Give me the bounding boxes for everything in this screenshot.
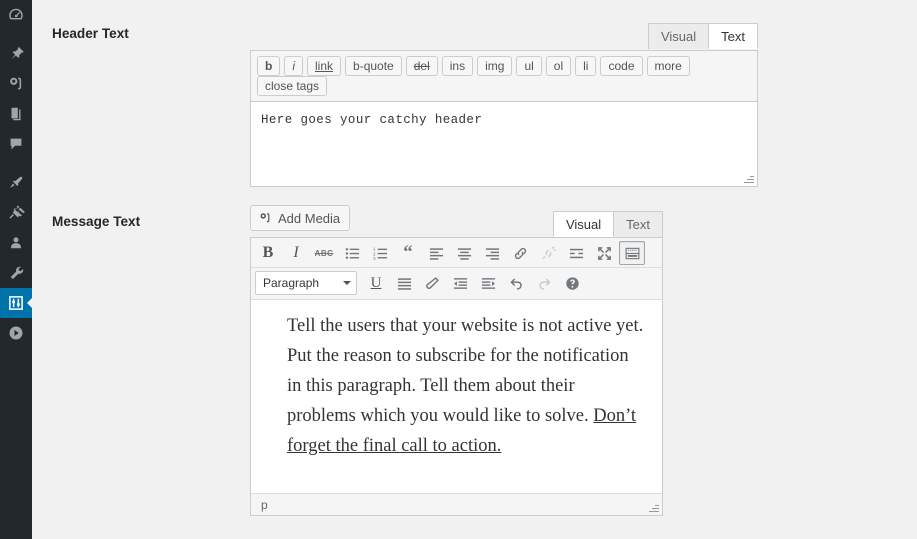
message-body-paragraph: Tell the users that your website is not … — [287, 312, 644, 462]
tab-visual-header[interactable]: Visual — [647, 23, 710, 49]
strikethrough-icon[interactable]: ABC — [311, 241, 337, 265]
tinymce-toolbar-row-2: Paragraph U — [251, 268, 662, 300]
sidebar-separator — [0, 159, 32, 168]
align-right-icon[interactable] — [479, 241, 505, 265]
sidebar-item-collapse-menu[interactable] — [0, 318, 32, 348]
message-body-text: Tell the users that your website is not … — [287, 316, 644, 426]
add-media-button[interactable]: Add Media — [250, 205, 351, 231]
fullscreen-icon[interactable] — [591, 241, 617, 265]
play-circle-icon — [7, 324, 25, 342]
redo-icon[interactable] — [531, 271, 557, 295]
sidebar-item-comments[interactable] — [0, 129, 32, 159]
comment-bubble-icon — [7, 135, 25, 153]
paintbrush-icon — [7, 174, 25, 192]
sidebar-separator — [0, 30, 32, 39]
sliders-icon — [7, 294, 25, 312]
unlink-icon[interactable] — [535, 241, 561, 265]
tinymce-toolbar-row-1: B I ABC 1 2 3 “ — [251, 238, 662, 268]
tab-text-header[interactable]: Text — [708, 23, 758, 49]
numbered-list-icon[interactable]: 1 2 3 — [367, 241, 393, 265]
quicktag-i[interactable]: i — [284, 56, 304, 76]
message-editor-tabs: Visual Text — [483, 211, 663, 238]
underline-icon[interactable]: U — [363, 271, 389, 295]
quicktag-li[interactable]: li — [575, 56, 597, 76]
tinymce-status-bar: p — [251, 493, 662, 515]
camera-icon — [7, 75, 25, 93]
quicktag-b[interactable]: b — [257, 56, 281, 76]
add-media-label: Add Media — [278, 210, 341, 226]
wrench-icon — [7, 264, 25, 282]
align-justify-icon[interactable] — [391, 271, 417, 295]
sidebar-item-appearance[interactable] — [0, 168, 32, 198]
sidebar-item-tools[interactable] — [0, 258, 32, 288]
sidebar-item-posts[interactable] — [0, 39, 32, 69]
header-editor-tabs: Visual Text — [250, 23, 758, 50]
tab-text-message[interactable]: Text — [613, 211, 663, 237]
plug-icon — [7, 204, 25, 222]
quicktag-del[interactable]: del — [405, 56, 438, 76]
settings-content: Header Text Visual Text b i link b-quote del i… — [32, 0, 917, 539]
format-select[interactable]: Paragraph — [255, 271, 357, 295]
editor-resize-grip[interactable] — [648, 501, 660, 513]
wordpress-admin-screen: Header Text Visual Text b i link b-quote del i… — [0, 0, 917, 539]
user-icon — [7, 234, 25, 252]
indent-icon[interactable] — [475, 271, 501, 295]
quicktags-toolbar: b i link b-quote del ins img ul ol li code more clos… — [250, 50, 758, 101]
quicktag-ins[interactable]: ins — [441, 56, 474, 76]
message-text-label: Message Text — [52, 214, 141, 229]
quicktag-link[interactable]: link — [307, 56, 342, 76]
pages-icon — [7, 105, 25, 123]
sidebar-item-plugins[interactable] — [0, 198, 32, 228]
sidebar-item-settings[interactable] — [0, 288, 33, 318]
header-text-input[interactable] — [261, 111, 747, 177]
eraser-icon[interactable] — [419, 271, 445, 295]
tab-visual-message[interactable]: Visual — [552, 211, 615, 237]
sidebar-item-media[interactable] — [0, 69, 32, 99]
quicktag-more[interactable]: more — [646, 56, 690, 76]
quicktag-b-quote[interactable]: b-quote — [345, 56, 402, 76]
bulleted-list-icon[interactable] — [339, 241, 365, 265]
italic-icon[interactable]: I — [283, 241, 309, 265]
outdent-icon[interactable] — [447, 271, 473, 295]
header-textarea-wrap — [250, 101, 758, 187]
kitchen-sink-icon[interactable] — [619, 241, 645, 265]
dashboard-gauge-icon — [7, 6, 25, 24]
pin-icon — [7, 45, 25, 63]
sidebar-item-pages[interactable] — [0, 99, 32, 129]
tinymce-editable-area[interactable]: Tell the users that your website is not … — [251, 300, 662, 493]
header-text-editor: Visual Text b i link b-quote del ins img ul ol li c… — [250, 23, 758, 187]
undo-icon[interactable] — [503, 271, 529, 295]
admin-sidebar — [0, 0, 33, 539]
sidebar-item-dashboard[interactable] — [0, 0, 32, 30]
element-path: p — [261, 497, 268, 512]
chevron-down-icon — [343, 281, 351, 285]
quicktag-code[interactable]: code — [600, 56, 643, 76]
media-camera-icon — [258, 211, 273, 226]
sidebar-item-users[interactable] — [0, 228, 32, 258]
media-buttons-row: Add Media Visual Text — [250, 205, 663, 237]
message-text-editor: Add Media Visual Text B I ABC 1 2 3 “ Pa… — [250, 205, 663, 516]
quicktag-ol[interactable]: ol — [545, 56, 572, 76]
svg-text:3: 3 — [373, 256, 376, 261]
align-left-icon[interactable] — [423, 241, 449, 265]
tinymce-container: B I ABC 1 2 3 “ Paragraph U Tell the use… — [250, 237, 663, 516]
quicktag-ul[interactable]: ul — [516, 56, 542, 76]
link-icon[interactable] — [507, 241, 533, 265]
bold-icon[interactable]: B — [255, 241, 281, 265]
blockquote-icon[interactable]: “ — [395, 241, 421, 265]
read-more-icon[interactable] — [563, 241, 589, 265]
help-circle-icon[interactable] — [559, 271, 585, 295]
format-select-value: Paragraph — [263, 276, 320, 290]
header-text-label: Header Text — [52, 26, 129, 41]
align-center-icon[interactable] — [451, 241, 477, 265]
quicktag-close-tags[interactable]: close tags — [257, 76, 328, 96]
quicktag-img[interactable]: img — [477, 56, 513, 76]
